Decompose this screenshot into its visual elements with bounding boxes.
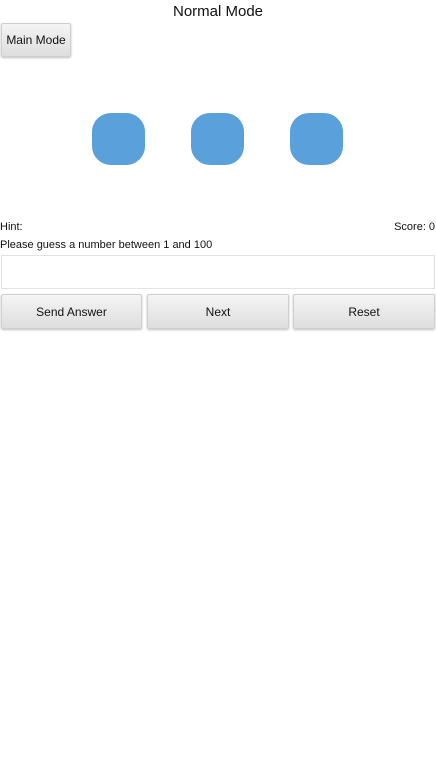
score-label: Score: [394, 221, 426, 233]
hint-label: Hint: [0, 221, 23, 233]
guess-prompt: Please guess a number between 1 and 100 [0, 239, 213, 251]
tile-2[interactable] [191, 113, 244, 165]
hint-line: Hint: [0, 220, 23, 234]
answer-input[interactable] [1, 255, 435, 289]
next-button[interactable]: Next [147, 294, 289, 329]
tile-3[interactable] [290, 113, 343, 165]
score-display: Score: 0 [394, 220, 435, 234]
main-mode-button[interactable]: Main Mode [1, 23, 71, 57]
score-value: 0 [428, 221, 435, 233]
reset-button[interactable]: Reset [293, 294, 435, 329]
page-title: Normal Mode [172, 3, 264, 20]
tile-row [0, 113, 436, 165]
tile-1[interactable] [92, 113, 145, 165]
send-answer-button[interactable]: Send Answer [1, 294, 142, 329]
